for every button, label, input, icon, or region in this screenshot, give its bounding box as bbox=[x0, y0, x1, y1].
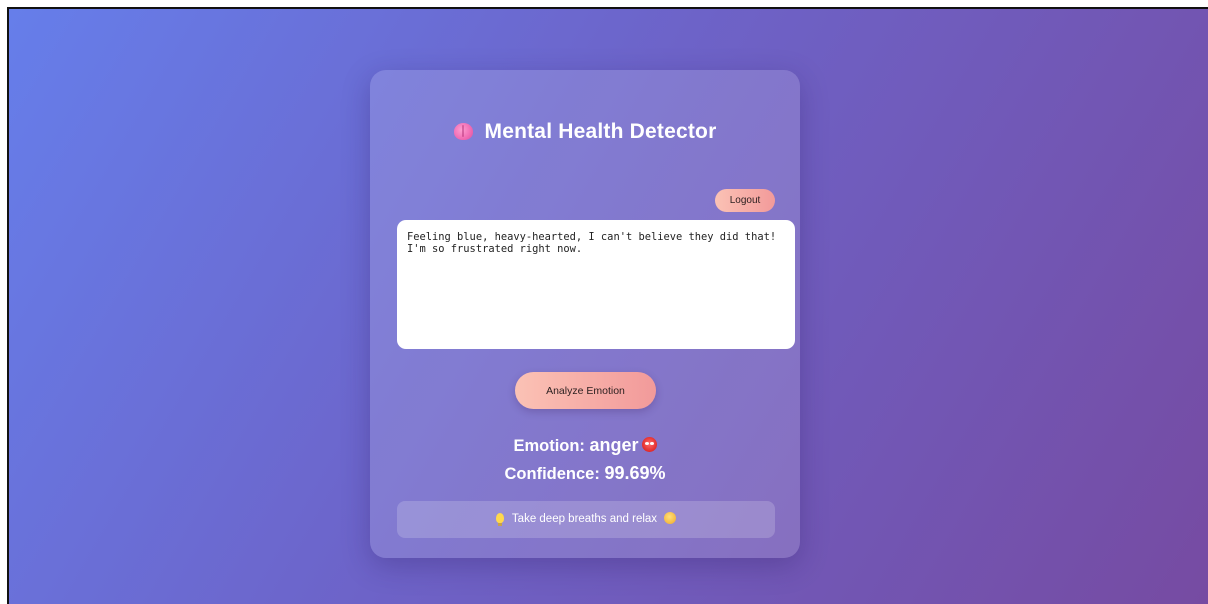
emotion-value: anger bbox=[589, 435, 639, 455]
relieved-face-icon bbox=[664, 512, 677, 524]
logout-button[interactable]: Logout bbox=[715, 189, 775, 212]
confidence-label: Confidence: bbox=[504, 465, 600, 483]
brain-icon bbox=[453, 123, 473, 140]
analyze-emotion-button[interactable]: Analyze Emotion bbox=[515, 372, 656, 409]
emotion-result: Emotion: anger bbox=[370, 435, 800, 456]
tip-text: Take deep breaths and relax bbox=[511, 513, 658, 525]
lightbulb-icon bbox=[495, 513, 504, 526]
detector-card: Mental Health Detector Logout Analyze Em… bbox=[370, 70, 800, 558]
page-title-text: Mental Health Detector bbox=[484, 120, 717, 143]
confidence-result: Confidence: 99.69% bbox=[370, 463, 800, 484]
journal-text-input[interactable] bbox=[397, 220, 795, 349]
emotion-label: Emotion: bbox=[513, 437, 585, 455]
angry-face-icon bbox=[641, 437, 657, 452]
wellness-tip: Take deep breaths and relax bbox=[397, 501, 775, 538]
page-title: Mental Health Detector bbox=[370, 120, 800, 144]
app-background: Mental Health Detector Logout Analyze Em… bbox=[7, 7, 1208, 604]
confidence-value: 99.69% bbox=[604, 463, 666, 483]
